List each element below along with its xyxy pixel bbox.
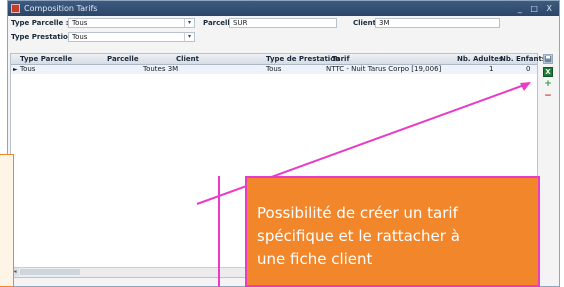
callout-line-1: Possibilité de créer un tarif [257, 204, 458, 222]
annotation-callout: Possibilité de créer un tarif spécifique… [245, 176, 540, 287]
callout-line-2: spécifique et le rattacher à [257, 227, 460, 245]
callout-line-3: une fiche client [257, 250, 373, 268]
